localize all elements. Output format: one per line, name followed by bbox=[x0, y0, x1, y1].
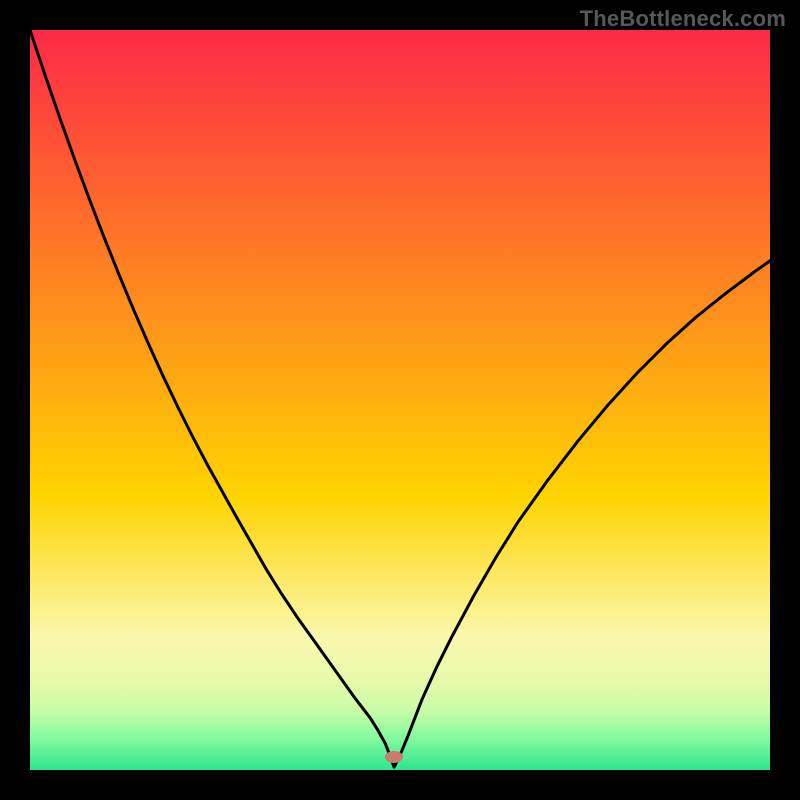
watermark-text: TheBottleneck.com bbox=[580, 6, 786, 32]
chart-frame: TheBottleneck.com bbox=[0, 0, 800, 800]
plot-area bbox=[30, 30, 770, 770]
optimal-point-marker bbox=[385, 751, 403, 763]
bottleneck-curve bbox=[30, 30, 770, 770]
